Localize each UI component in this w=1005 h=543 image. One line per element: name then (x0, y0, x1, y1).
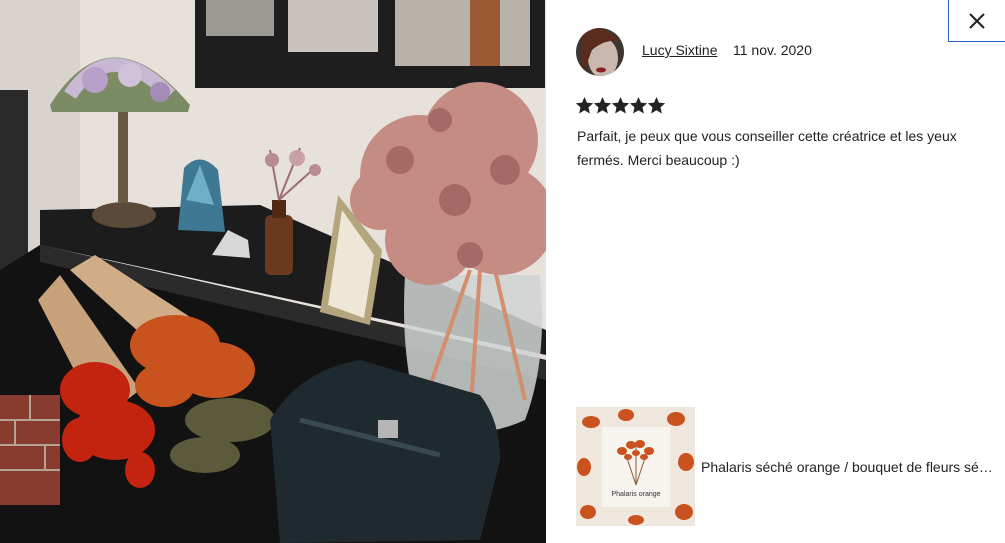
product-thumbnail-image (576, 407, 695, 526)
product-link[interactable]: Phalaris orange Phalaris séché orange / … (576, 407, 996, 526)
star-icon (630, 97, 647, 114)
star-icon (594, 97, 611, 114)
close-button[interactable] (948, 0, 1005, 42)
product-title[interactable]: Phalaris séché orange / bouquet de fleur… (701, 459, 996, 475)
reviewer-name-link[interactable]: Lucy Sixtine (642, 42, 717, 58)
review-text: Parfait, je peux que vous conseiller cet… (577, 128, 957, 168)
product-thumbnail-label: Phalaris orange (611, 491, 661, 498)
review-photo (0, 0, 546, 543)
star-rating (576, 97, 665, 114)
review-photo-illustration (0, 0, 546, 543)
star-icon (612, 97, 629, 114)
review-date: 11 nov. 2020 (733, 42, 812, 58)
star-icon (576, 97, 593, 114)
product-thumbnail[interactable]: Phalaris orange (576, 407, 695, 526)
star-icon (648, 97, 665, 114)
avatar-image (576, 28, 624, 76)
close-icon (969, 12, 985, 29)
avatar[interactable] (576, 28, 624, 76)
